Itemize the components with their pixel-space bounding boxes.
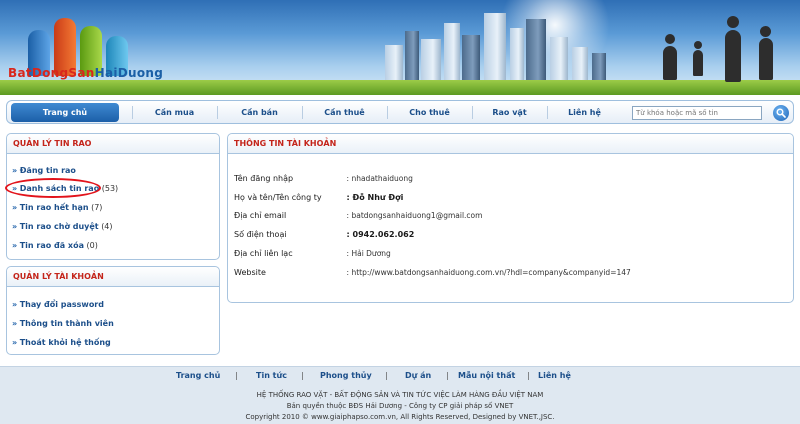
menu-item-count: (7) xyxy=(91,203,103,212)
menu-item-count: (53) xyxy=(101,184,119,193)
nav-tab-rent-wanted[interactable]: Cần thuê xyxy=(302,103,387,122)
info-row-username: Tên đăng nhập : nhadathaiduong xyxy=(234,172,413,186)
footer-link-home[interactable]: Trang chủ xyxy=(176,371,220,380)
menu-item-change-password[interactable]: » Thay đổi password xyxy=(12,299,104,311)
footer-ownership: Bản quyền thuộc BĐS Hải Dương - Công ty … xyxy=(286,402,514,410)
footer-link-feng-shui[interactable]: Phong thủy xyxy=(320,371,372,380)
building xyxy=(572,47,588,83)
info-value[interactable]: : http://www.batdongsanhaiduong.com.vn/?… xyxy=(347,268,631,277)
nav-tab-contact[interactable]: Liên hệ xyxy=(547,103,622,122)
info-value: : 0942.062.062 xyxy=(346,230,415,239)
footer-nav: Trang chủ | Tin tức | Phong thủy | Dự án… xyxy=(0,366,800,386)
info-row-website: Website : http://www.batdongsanhaiduong.… xyxy=(234,266,631,280)
menu-item-label: Thay đổi password xyxy=(19,300,104,309)
info-value: : Đỗ Như Đợi xyxy=(346,193,404,202)
building xyxy=(405,31,419,83)
highlight-circle-annotation xyxy=(5,178,101,198)
main-nav: Trang chủ Cần mua Cần bán Cần thuê Cho t… xyxy=(6,100,794,124)
info-label: Số điện thoại xyxy=(234,230,287,239)
account-info-panel: THÔNG TIN TÀI KHOẢN Tên đăng nhập : nhad… xyxy=(227,133,794,303)
menu-item-label: Thoát khỏi hệ thống xyxy=(19,338,111,347)
double-arrow-icon: » xyxy=(12,300,18,309)
info-row-email: Địa chỉ email : batdongsanhaiduong1@gmai… xyxy=(234,209,482,223)
info-value: : Hải Dương xyxy=(346,249,391,258)
menu-item-label: Tin rao hết hạn xyxy=(19,203,89,212)
menu-item-label: Thông tin thành viên xyxy=(19,319,114,328)
footer-copyright: Copyright 2010 © www.giaiphapso.com.vn, … xyxy=(245,413,555,421)
info-label: Họ và tên/Tên công ty xyxy=(234,193,322,202)
menu-item-deleted-listings[interactable]: » Tin rao đã xóa (0) xyxy=(12,240,98,252)
site-logo[interactable]: BatDongSanHaiDuong xyxy=(8,66,163,80)
listings-panel-title: QUẢN LÝ TIN RAO xyxy=(7,134,219,154)
nav-tab-home[interactable]: Trang chủ xyxy=(11,103,119,122)
search-icon xyxy=(776,108,786,118)
info-row-phone: Số điện thoại : 0942.062.062 xyxy=(234,228,414,242)
info-value: : nhadathaiduong xyxy=(346,174,413,183)
menu-item-member-info[interactable]: » Thông tin thành viên xyxy=(12,318,114,330)
double-arrow-icon: » xyxy=(12,338,18,347)
nav-tab-buy[interactable]: Cần mua xyxy=(132,103,217,122)
nav-tab-sell[interactable]: Cần bán xyxy=(217,103,302,122)
family-photo xyxy=(655,8,795,86)
logo-text-part1: BatDongSan xyxy=(8,66,95,80)
footer-tagline: HỆ THỐNG RAO VẶT - BẤT ĐỘNG SẢN VÀ TIN T… xyxy=(256,391,544,399)
building xyxy=(526,19,546,83)
info-label: Địa chỉ email xyxy=(234,211,287,220)
account-panel-title: QUẢN LÝ TÀI KHOẢN xyxy=(7,267,219,287)
info-row-fullname: Họ và tên/Tên công ty : Đỗ Như Đợi xyxy=(234,191,403,205)
footer-link-projects[interactable]: Dự án xyxy=(405,371,431,380)
building xyxy=(421,39,441,83)
menu-item-expired-listings[interactable]: » Tin rao hết hạn (7) xyxy=(12,202,102,214)
info-label: Website xyxy=(234,268,266,277)
search-input[interactable] xyxy=(632,106,762,120)
menu-item-post-listing[interactable]: » Đăng tin rao xyxy=(12,165,76,177)
double-arrow-icon: » xyxy=(12,241,18,250)
building xyxy=(444,23,460,83)
footer-link-contact[interactable]: Liên hệ xyxy=(538,371,571,380)
double-arrow-icon: » xyxy=(12,166,18,175)
menu-item-count: (0) xyxy=(86,241,98,250)
info-value: : batdongsanhaiduong1@gmail.com xyxy=(346,211,483,220)
building xyxy=(592,53,606,83)
header-banner: BatDongSanHaiDuong xyxy=(0,0,800,95)
account-info-title: THÔNG TIN TÀI KHOẢN xyxy=(228,134,793,154)
menu-item-count: (4) xyxy=(101,222,113,231)
account-management-panel: QUẢN LÝ TÀI KHOẢN » Thay đổi password » … xyxy=(6,266,220,355)
info-label: Tên đăng nhập xyxy=(234,174,294,183)
menu-item-pending-listings[interactable]: » Tin rao chờ duyệt (4) xyxy=(12,221,113,233)
building xyxy=(462,35,480,83)
building xyxy=(484,13,506,83)
building xyxy=(510,28,524,83)
info-row-address: Địa chỉ liên lạc : Hải Dương xyxy=(234,247,391,261)
footer-info: HỆ THỐNG RAO VẶT - BẤT ĐỘNG SẢN VÀ TIN T… xyxy=(0,386,800,424)
nav-tab-for-rent[interactable]: Cho thuê xyxy=(387,103,472,122)
info-label: Địa chỉ liên lạc xyxy=(234,249,293,258)
building xyxy=(385,45,403,83)
footer-link-news[interactable]: Tin tức xyxy=(256,371,287,380)
double-arrow-icon: » xyxy=(12,319,18,328)
double-arrow-icon: » xyxy=(12,222,18,231)
menu-item-label: Đăng tin rao xyxy=(19,166,76,175)
search-button[interactable] xyxy=(773,105,789,121)
menu-item-label: Tin rao chờ duyệt xyxy=(19,222,99,231)
nav-tab-classifieds[interactable]: Rao vặt xyxy=(472,103,547,122)
menu-item-label: Tin rao đã xóa xyxy=(19,241,84,250)
double-arrow-icon: » xyxy=(12,203,18,212)
footer-link-interior[interactable]: Mẫu nội thất xyxy=(458,371,515,380)
logo-text-part2: HaiDuong xyxy=(94,66,164,80)
building xyxy=(550,37,568,83)
menu-item-logout[interactable]: » Thoát khỏi hệ thống xyxy=(12,337,111,349)
